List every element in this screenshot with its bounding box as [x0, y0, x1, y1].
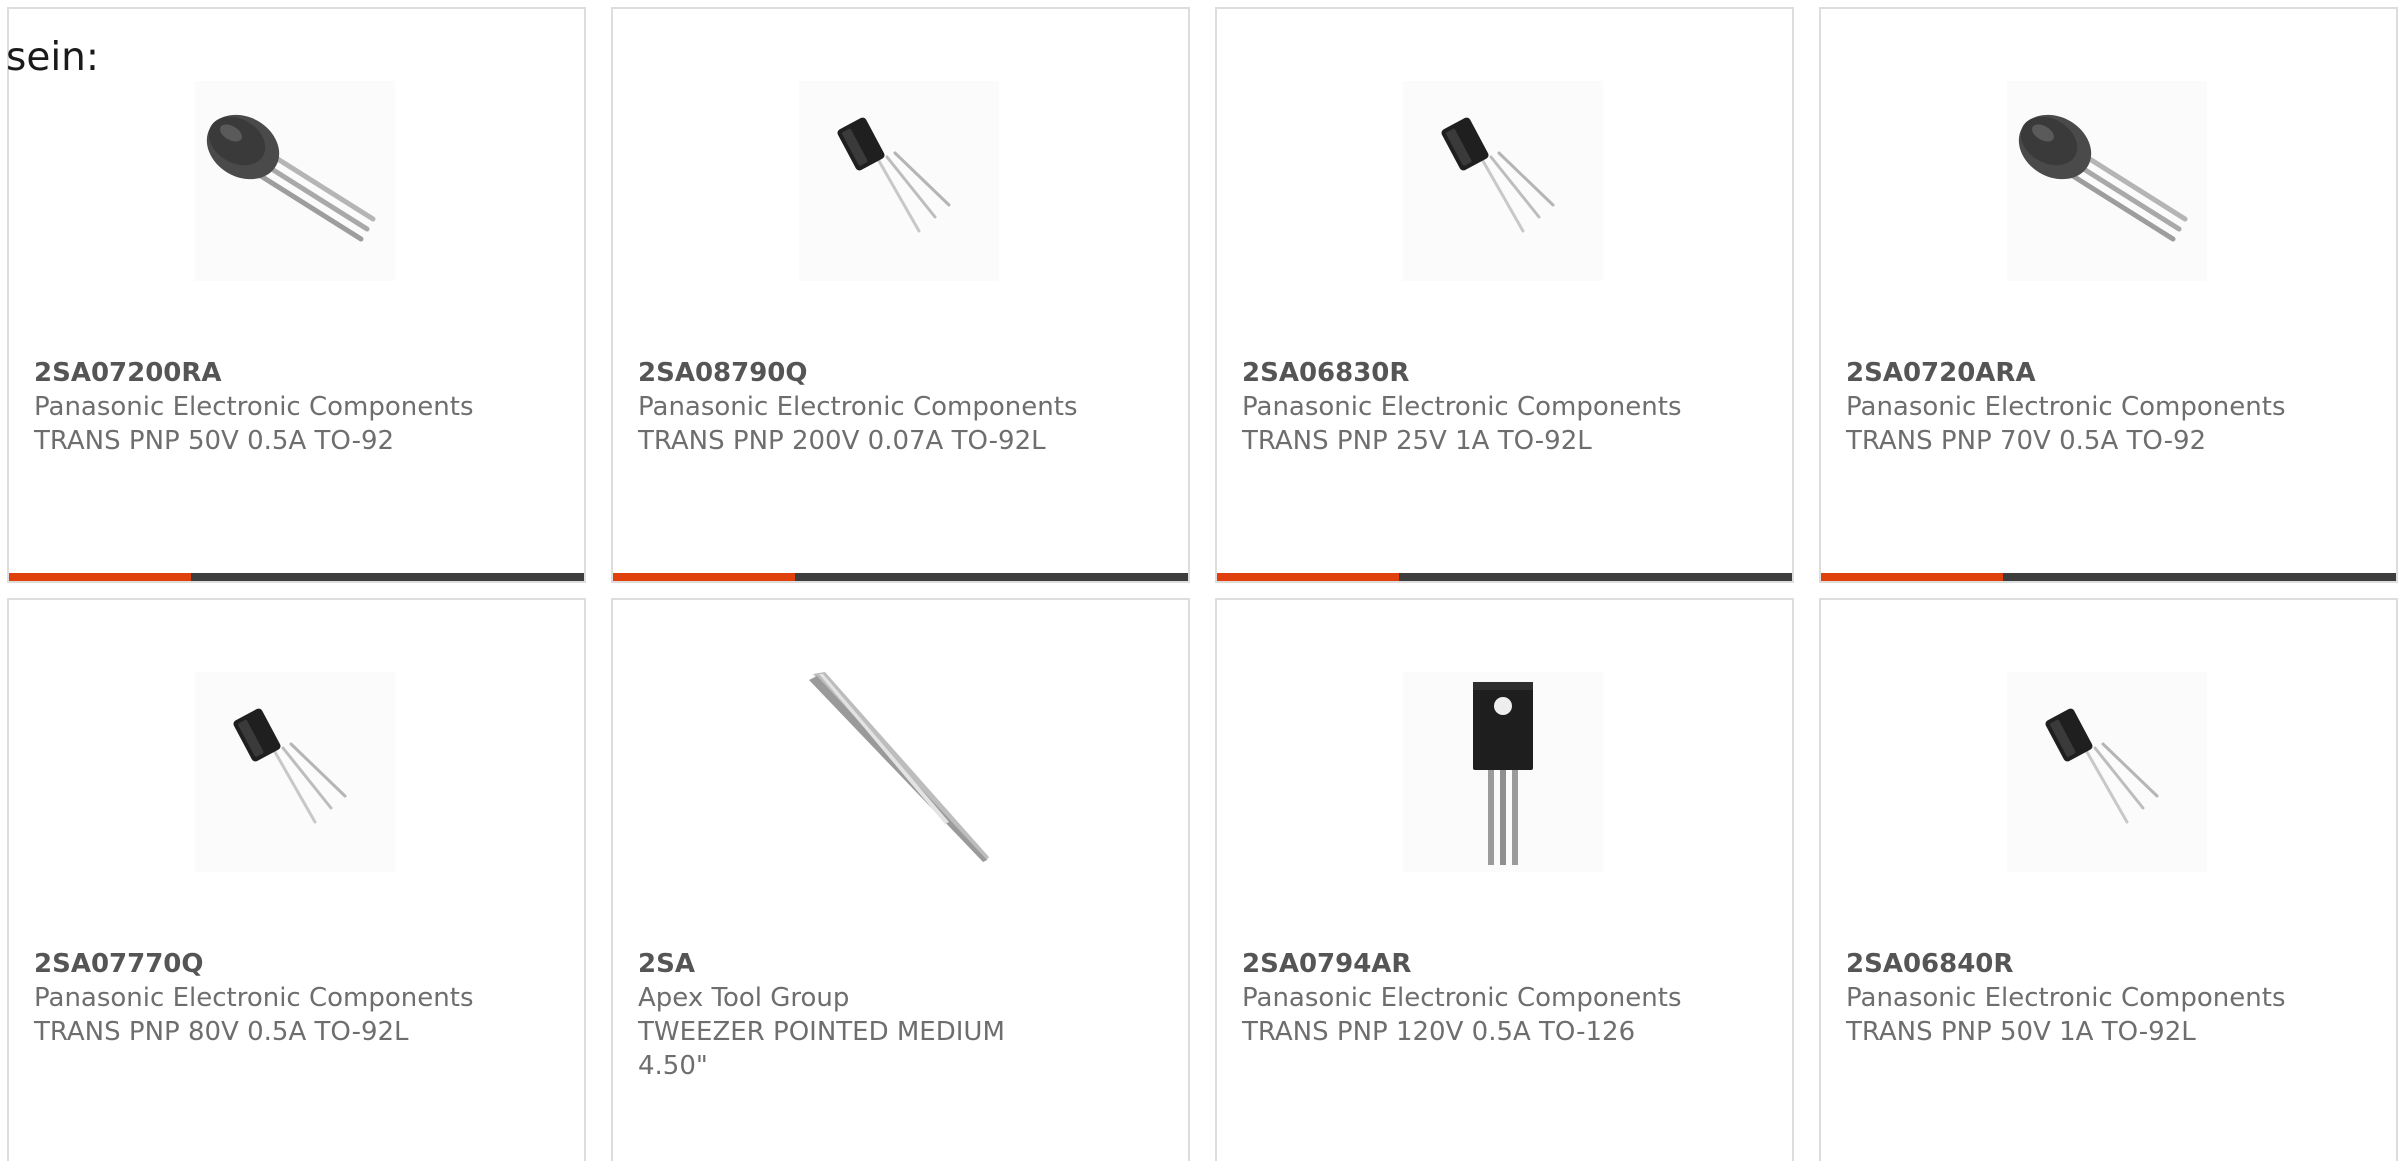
to92l-transistor-icon — [1441, 117, 1555, 233]
product-card[interactable]: 2SA07770Q Panasonic Electronic Component… — [7, 598, 586, 1161]
product-info: 2SA06840R Panasonic Electronic Component… — [1846, 947, 2376, 1049]
manufacturer: Apex Tool Group — [638, 983, 850, 1013]
part-number[interactable]: 2SA0794AR — [1242, 947, 1772, 981]
card-bar-accent — [9, 573, 191, 581]
description: TRANS PNP 120V 0.5A TO-126 — [1242, 1017, 1636, 1047]
part-number[interactable]: 2SA07200RA — [34, 356, 564, 390]
product-card[interactable]: 2SA Apex Tool Group TWEEZER POINTED MEDI… — [611, 598, 1190, 1161]
part-number[interactable]: 2SA0720ARA — [1846, 356, 2376, 390]
to126-transistor-icon — [1473, 682, 1533, 865]
product-card[interactable]: 2SA06840R Panasonic Electronic Component… — [1819, 598, 2398, 1161]
card-bottom-bar — [1821, 573, 2396, 581]
product-image[interactable] — [2007, 672, 2207, 872]
card-bar-accent — [613, 573, 795, 581]
product-image[interactable] — [799, 81, 999, 281]
to92l-transistor-icon — [2045, 708, 2159, 824]
tweezer-icon — [809, 672, 989, 862]
product-image[interactable] — [2007, 81, 2207, 281]
intro-text: sein: — [6, 35, 100, 80]
description: TRANS PNP 80V 0.5A TO-92L — [34, 1017, 409, 1047]
to92-transistor-icon — [2018, 114, 2188, 242]
product-card[interactable]: 2SA0794AR Panasonic Electronic Component… — [1215, 598, 1794, 1161]
product-card[interactable]: 2SA08790Q Panasonic Electronic Component… — [611, 7, 1190, 583]
product-image[interactable] — [195, 672, 395, 872]
to92l-transistor-icon — [233, 708, 347, 824]
product-image[interactable] — [195, 81, 395, 281]
manufacturer: Panasonic Electronic Components — [1242, 983, 1682, 1013]
description: TWEEZER POINTED MEDIUM 4.50" — [638, 1017, 1005, 1081]
manufacturer: Panasonic Electronic Components — [638, 392, 1078, 422]
description: TRANS PNP 70V 0.5A TO-92 — [1846, 426, 2207, 456]
description: TRANS PNP 200V 0.07A TO-92L — [638, 426, 1046, 456]
manufacturer: Panasonic Electronic Components — [34, 983, 474, 1013]
card-bottom-bar — [1217, 573, 1792, 581]
manufacturer: Panasonic Electronic Components — [1242, 392, 1682, 422]
manufacturer: Panasonic Electronic Components — [1846, 392, 2286, 422]
product-image[interactable] — [1403, 672, 1603, 872]
to92l-transistor-icon — [837, 117, 951, 233]
product-info: 2SA Apex Tool Group TWEEZER POINTED MEDI… — [638, 947, 1168, 1083]
product-grid-page: sein: 2SA07200RA Panasonic Electronic Co… — [0, 0, 2400, 1161]
product-card[interactable]: 2SA06830R Panasonic Electronic Component… — [1215, 7, 1794, 583]
card-bottom-bar — [9, 573, 584, 581]
product-info: 2SA0794AR Panasonic Electronic Component… — [1242, 947, 1772, 1049]
description: TRANS PNP 25V 1A TO-92L — [1242, 426, 1592, 456]
part-number[interactable]: 2SA — [638, 947, 1168, 981]
product-info: 2SA08790Q Panasonic Electronic Component… — [638, 356, 1168, 458]
part-number[interactable]: 2SA06840R — [1846, 947, 2376, 981]
product-card[interactable]: 2SA0720ARA Panasonic Electronic Componen… — [1819, 7, 2398, 583]
description: TRANS PNP 50V 1A TO-92L — [1846, 1017, 2196, 1047]
product-image[interactable] — [799, 672, 999, 872]
product-info: 2SA07200RA Panasonic Electronic Componen… — [34, 356, 564, 458]
to92-transistor-icon — [206, 114, 376, 242]
card-bar-accent — [1821, 573, 2003, 581]
product-image[interactable] — [1403, 81, 1603, 281]
description: TRANS PNP 50V 0.5A TO-92 — [34, 426, 395, 456]
card-bottom-bar — [613, 573, 1188, 581]
product-info: 2SA06830R Panasonic Electronic Component… — [1242, 356, 1772, 458]
product-grid: 2SA07200RA Panasonic Electronic Componen… — [7, 7, 2398, 1161]
product-info: 2SA0720ARA Panasonic Electronic Componen… — [1846, 356, 2376, 458]
manufacturer: Panasonic Electronic Components — [34, 392, 474, 422]
manufacturer: Panasonic Electronic Components — [1846, 983, 2286, 1013]
product-info: 2SA07770Q Panasonic Electronic Component… — [34, 947, 564, 1049]
card-bar-accent — [1217, 573, 1399, 581]
part-number[interactable]: 2SA06830R — [1242, 356, 1772, 390]
part-number[interactable]: 2SA08790Q — [638, 356, 1168, 390]
part-number[interactable]: 2SA07770Q — [34, 947, 564, 981]
product-card[interactable]: 2SA07200RA Panasonic Electronic Componen… — [7, 7, 586, 583]
